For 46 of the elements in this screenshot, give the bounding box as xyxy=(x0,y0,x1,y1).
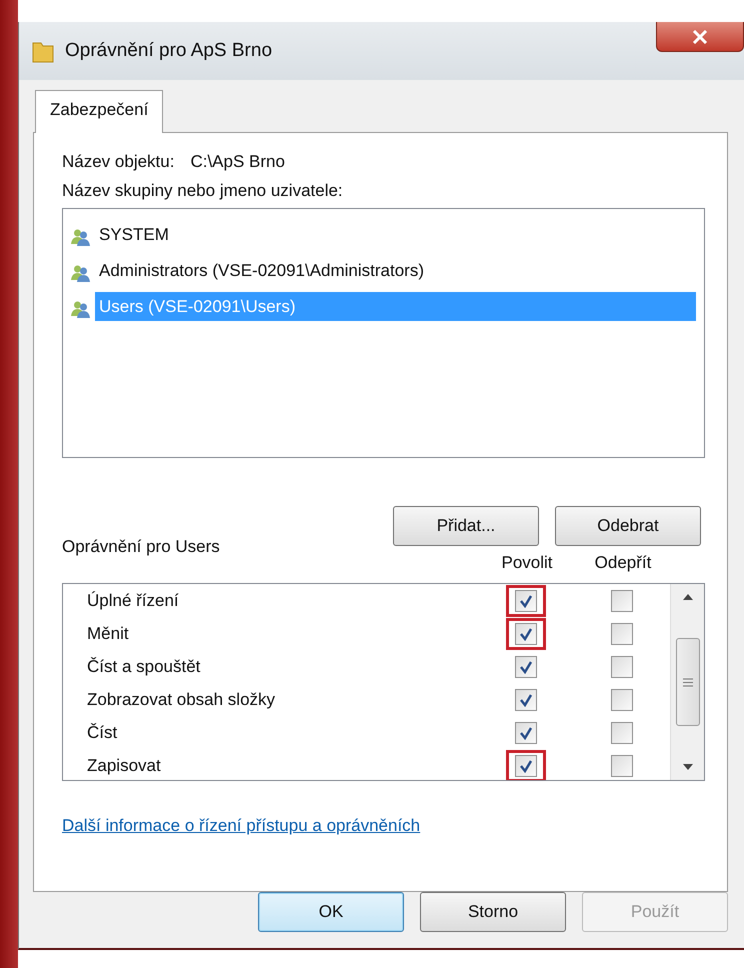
checkbox[interactable] xyxy=(515,622,537,644)
column-header: Odepřít xyxy=(594,552,652,574)
checkbox[interactable] xyxy=(611,754,633,776)
permission-name: Číst xyxy=(87,722,118,744)
scrollbar[interactable] xyxy=(670,584,704,780)
permission-name: Zobrazovat obsah složky xyxy=(87,688,276,711)
window-title: Oprávnění pro ApS Brno xyxy=(65,38,272,63)
scroll-up-icon[interactable] xyxy=(682,594,692,600)
checkbox[interactable] xyxy=(611,622,633,644)
permission-name: Číst a spouštět xyxy=(87,656,202,678)
grip-icon xyxy=(682,678,692,686)
check-icon xyxy=(519,758,533,772)
scroll-thumb[interactable] xyxy=(676,638,700,726)
permission-name: Měnit xyxy=(87,622,130,645)
close-button[interactable] xyxy=(656,22,744,52)
tab[interactable]: Zabezpečení xyxy=(35,90,164,132)
checkbox[interactable] xyxy=(611,688,633,710)
button[interactable]: Přidat... xyxy=(393,506,539,546)
help-link[interactable]: Další informace o řízení přístupu a oprávněních xyxy=(62,816,420,835)
checkbox[interactable] xyxy=(515,688,537,710)
checkbox[interactable] xyxy=(515,590,537,612)
check-icon xyxy=(519,660,533,674)
checkbox[interactable] xyxy=(515,656,537,678)
list-item[interactable]: Administrators (VSE-02091\Administrators) xyxy=(95,256,696,286)
scroll-down-icon[interactable] xyxy=(682,764,692,770)
object-name-label: Název objektu: xyxy=(62,150,174,172)
checkbox[interactable] xyxy=(611,656,633,678)
list-item[interactable]: SYSTEM xyxy=(95,220,696,250)
button[interactable]: OK xyxy=(258,892,404,932)
checkbox[interactable] xyxy=(611,722,633,744)
checkbox[interactable] xyxy=(611,590,633,612)
check-icon xyxy=(519,594,533,608)
column-header: Povolit xyxy=(500,552,554,574)
check-icon xyxy=(519,726,533,740)
checkbox[interactable] xyxy=(515,722,537,744)
permission-name: Úplné řízení xyxy=(87,590,180,612)
button[interactable]: Storno xyxy=(420,892,566,932)
groups-label: Název skupiny nebo jmeno uzivatele: xyxy=(62,180,344,202)
checkbox[interactable] xyxy=(515,754,537,776)
check-icon xyxy=(519,692,533,706)
button[interactable]: Odebrat xyxy=(555,506,701,546)
permission-name: Zapisovat xyxy=(87,754,162,777)
object-name-value: C:\ApS Brno xyxy=(190,150,285,172)
permissions-label: Oprávnění pro Users xyxy=(62,536,221,558)
check-icon xyxy=(519,626,533,640)
close-icon xyxy=(692,30,708,44)
